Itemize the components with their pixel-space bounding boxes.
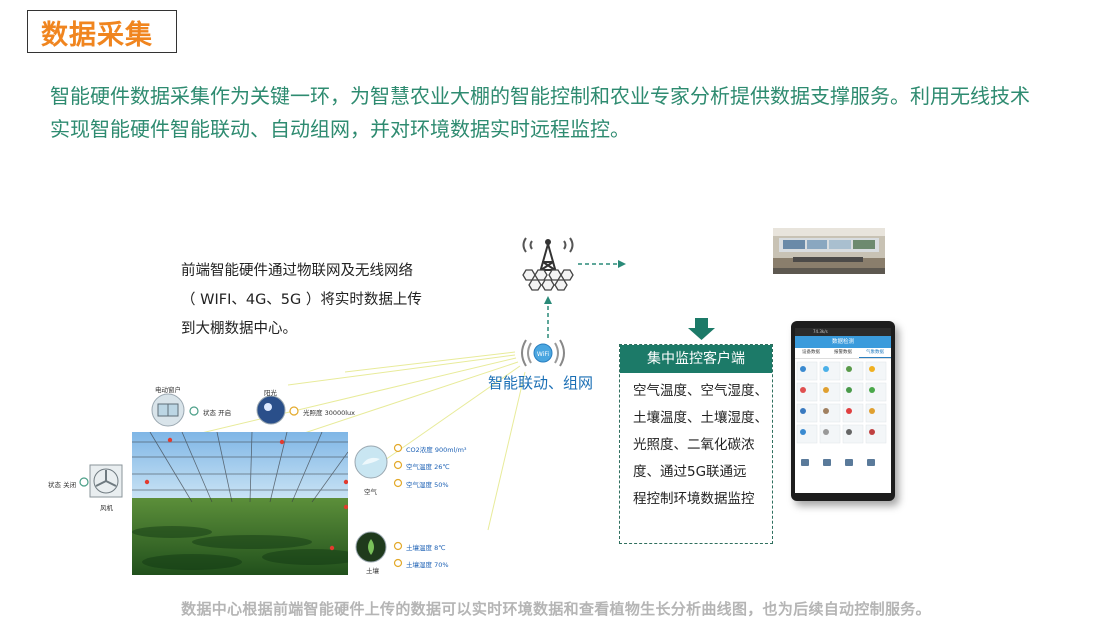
fan-sensor-icon [89,464,123,498]
phone-sensor-grid [796,361,887,466]
light-reading: 光照度 30000lux [303,409,356,417]
phone-tab[interactable]: 气象数据 [859,348,891,358]
link-line [487,371,526,531]
air-temp-dot [393,460,403,470]
air-humidity-dot [393,478,403,488]
control-room-image [773,228,885,274]
phone-status-bar: 74.3k/s [795,328,891,336]
soil-temp-dot [393,541,403,551]
link-line [287,354,516,386]
monitoring-client-description: 空气温度、空气湿度、 土壤温度、土壤湿度、 光照度、二氧化碳浓 度、通过5G联通… [633,378,769,513]
phone-tab-bar: 设备数据 报警数据 气象数据 [795,348,891,359]
client-line: 土壤温度、土壤湿度、 [633,410,768,426]
footer-caption: 数据中心根据前端智能硬件上传的数据可以实时环境数据和查看植物生长分析曲线图，也为… [181,600,931,618]
soil-humidity-dot [393,558,403,568]
window-state-value: 开启 [218,409,232,417]
sunlight-sensor-name: 阳光 [264,389,277,397]
client-line: 度、通过5G联通远 [633,464,747,480]
co2-dot [393,443,403,453]
window-sensor-name: 电动窗户 [155,386,181,394]
fan-state: 状态 关闭 [48,481,77,489]
down-arrow-icon [688,318,715,340]
client-line: 程控制环境数据监控 [633,491,755,507]
air-sensor-icon [354,445,388,479]
phone-app-title: 数据检测 [795,336,891,348]
greenhouse-image [132,432,348,575]
front-end-line: （ WIFI、4G、5G ）将实时数据上传 [181,292,422,308]
light-status-dot [289,406,299,416]
soil-sensor-icon [355,531,387,563]
window-status-dot [189,406,199,416]
cell-tower-icon [522,237,574,291]
fan-sensor-name: 风机 [100,504,113,512]
soil-sensor-name: 土壤 [366,567,379,575]
monitoring-client-title: 集中监控客户端 [620,345,772,373]
front-end-line: 前端智能硬件通过物联网及无线网络 [181,263,413,279]
client-line: 光照度、二氧化碳浓 [633,437,755,453]
window-sensor-icon [151,393,185,427]
svg-text:WiFi: WiFi [537,351,549,358]
link-line [171,357,517,441]
fan-status-dot [79,477,89,487]
wifi-router-icon: WiFi [521,339,565,367]
co2-reading: CO2浓度 900ml/m³ [406,446,467,454]
sunlight-sensor-icon [256,395,286,425]
soil-humidity-reading: 土壤湿度 70% [406,561,449,569]
window-state-label: 状态 [203,409,216,417]
link-line [344,351,516,373]
phone-tab[interactable]: 设备数据 [795,348,827,358]
front-end-line: 到大棚数据中心。 [181,321,297,337]
phone-screen: 74.3k/s 数据检测 设备数据 报警数据 气象数据 [795,328,891,493]
uplink-arrowhead [544,296,552,304]
air-humidity-reading: 空气湿度 50% [406,481,449,489]
phone-tab[interactable]: 报警数据 [827,348,859,358]
air-temp-reading: 空气温度 26℃ [406,463,450,471]
soil-temp-reading: 土壤温度 8℃ [406,544,446,552]
front-end-description: 前端智能硬件通过物联网及无线网络 （ WIFI、4G、5G ）将实时数据上传 到… [181,257,461,344]
client-line: 空气温度、空气湿度、 [633,383,768,399]
tower-link-arrowhead [618,260,626,268]
window-state: 状态 开启 [203,407,231,417]
network-label: 智能联动、组网 [488,374,594,392]
air-sensor-name: 空气 [364,488,377,496]
